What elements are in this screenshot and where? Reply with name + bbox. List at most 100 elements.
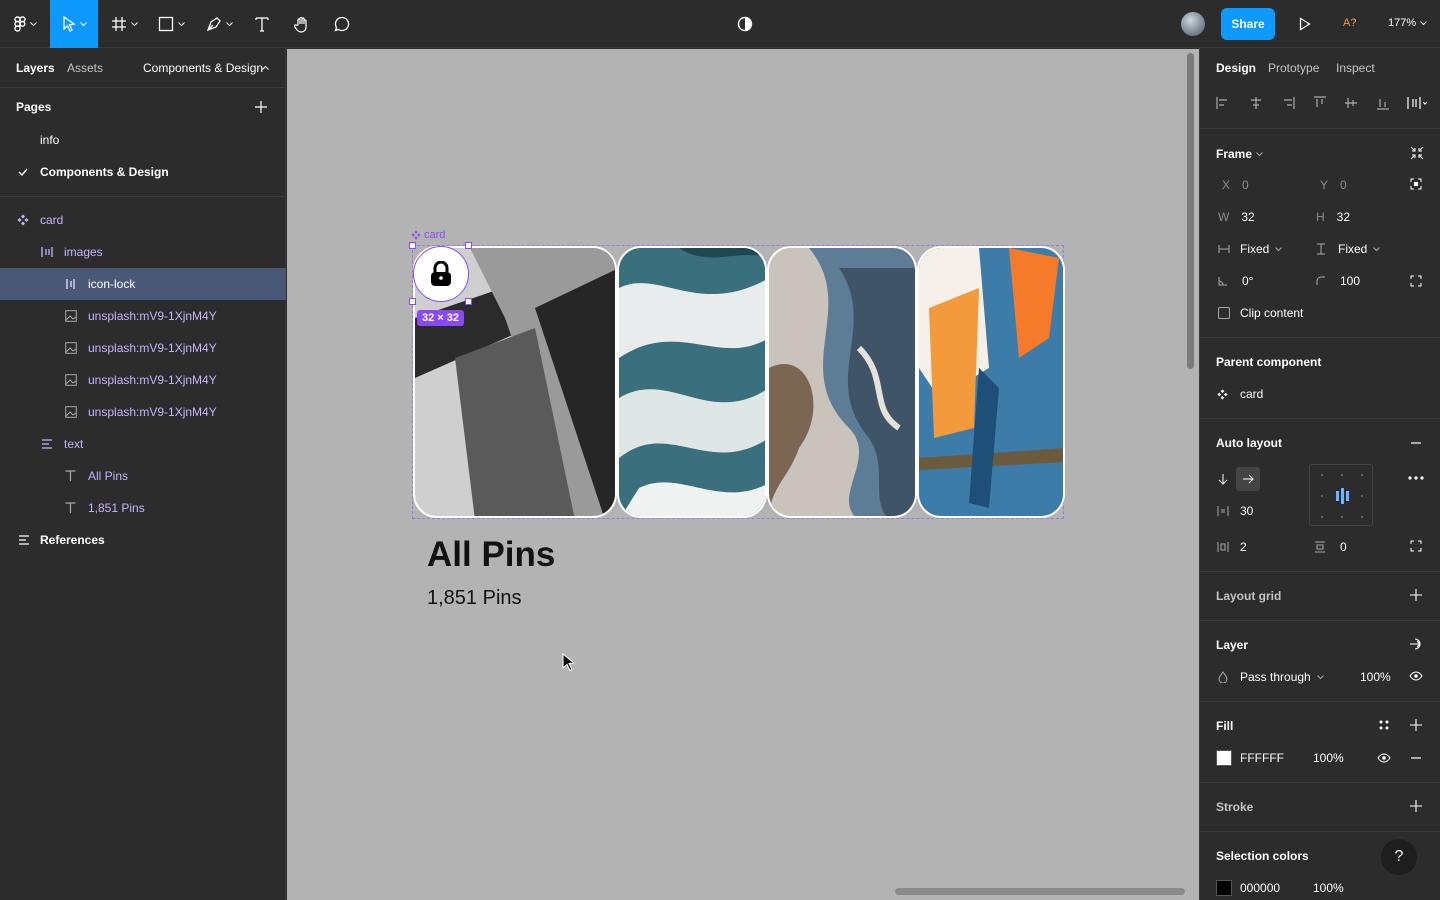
go-to-main-icon[interactable] (1409, 637, 1425, 651)
tab-inspect[interactable]: Inspect (1336, 61, 1375, 75)
main-menu-button[interactable] (0, 0, 50, 48)
frame-section-title[interactable]: Frame (1216, 147, 1263, 161)
vertical-padding-field[interactable]: 0 (1314, 540, 1347, 554)
pen-tool-button[interactable] (198, 0, 240, 48)
remove-icon[interactable] (1410, 752, 1422, 764)
width-field[interactable]: W 32 (1218, 210, 1255, 224)
resize-handle[interactable] (465, 298, 472, 305)
selection-color-swatch[interactable] (1216, 880, 1232, 896)
alignment-grid[interactable] (1309, 464, 1373, 526)
eye-icon[interactable] (1409, 671, 1423, 681)
rotation-field[interactable]: 0° (1218, 274, 1253, 288)
card-frame[interactable] (412, 245, 1065, 519)
fill-hex-field[interactable]: FFFFFF (1240, 751, 1284, 765)
card-title[interactable]: All Pins (427, 535, 555, 575)
y-label: Y (1320, 178, 1329, 192)
x-value: 0 (1242, 178, 1249, 192)
y-field[interactable]: Y 0 (1320, 178, 1347, 192)
page-item-components-design[interactable]: Components & Design (0, 156, 286, 188)
corner-radius-field[interactable]: 100 (1316, 274, 1360, 288)
layer-icon-lock[interactable]: icon-lock (0, 268, 286, 300)
shape-tool-button[interactable] (150, 0, 192, 48)
resize-handle[interactable] (465, 242, 472, 249)
zoom-dropdown[interactable]: 177% (1388, 17, 1427, 29)
clip-content-checkbox[interactable]: Clip content (1218, 306, 1303, 320)
card-image-4[interactable] (917, 246, 1065, 518)
icon-lock-instance[interactable] (413, 246, 469, 302)
image-icon (65, 342, 77, 354)
height-field[interactable]: H 32 (1316, 210, 1350, 224)
align-bottom-icon[interactable] (1376, 96, 1390, 110)
move-tool-button[interactable] (50, 0, 98, 48)
present-button[interactable] (1292, 0, 1318, 48)
add-page-icon[interactable] (255, 101, 267, 113)
height-mode-dropdown[interactable]: Fixed (1316, 242, 1381, 256)
add-icon[interactable] (1410, 719, 1422, 731)
blend-mode-dropdown[interactable]: Pass through (1218, 670, 1324, 684)
align-right-icon[interactable] (1281, 96, 1295, 110)
layer-image-3[interactable]: unsplash:mV9-1XjnM4Y (0, 364, 286, 396)
text-tool-button[interactable] (248, 0, 276, 48)
align-top-icon[interactable] (1313, 96, 1327, 110)
layer-card[interactable]: card (0, 204, 286, 236)
resize-handle[interactable] (409, 242, 416, 249)
style-grid-icon[interactable] (1378, 719, 1390, 731)
tab-layers[interactable]: Layers (16, 61, 55, 75)
resize-handle[interactable] (409, 298, 416, 305)
card-image-2[interactable] (617, 246, 767, 518)
add-icon[interactable] (1410, 800, 1422, 812)
layer-text[interactable]: text (0, 428, 286, 460)
align-center-vertical-icon[interactable] (1344, 96, 1358, 110)
add-icon[interactable] (1410, 589, 1422, 601)
hand-tool-button[interactable] (288, 0, 316, 48)
align-center-horizontal-icon[interactable] (1249, 96, 1263, 110)
x-field[interactable]: X 0 (1222, 178, 1249, 192)
layer-images[interactable]: images (0, 236, 286, 268)
absolute-position-icon[interactable] (1410, 178, 1422, 190)
horizontal-scrollbar[interactable] (895, 888, 1185, 895)
chevron-down-icon (1275, 246, 1283, 251)
card-image-3[interactable] (767, 246, 917, 518)
selection-color-opacity[interactable]: 100% (1313, 881, 1344, 895)
comment-tool-button[interactable] (328, 0, 356, 48)
parent-component-link[interactable]: card (1217, 387, 1263, 401)
accessibility-check[interactable]: A? (1343, 17, 1356, 29)
independent-corners-icon[interactable] (1410, 275, 1422, 287)
layer-image-1[interactable]: unsplash:mV9-1XjnM4Y (0, 300, 286, 332)
tab-prototype[interactable]: Prototype (1268, 61, 1319, 75)
vertical-scrollbar[interactable] (1187, 53, 1194, 369)
page-switcher[interactable]: Components & Design (143, 61, 263, 75)
layer-references[interactable]: References (0, 524, 286, 556)
align-left-icon[interactable] (1216, 96, 1230, 110)
item-spacing-field[interactable]: 30 (1217, 504, 1253, 518)
frame-tool-button[interactable] (104, 0, 144, 48)
canvas[interactable]: card 32 × 32 All Pins 1,851 Pins (287, 49, 1199, 900)
selection-color-hex[interactable]: 000000 (1240, 881, 1280, 895)
independent-padding-icon[interactable] (1410, 540, 1422, 552)
layer-opacity-field[interactable]: 100% (1360, 670, 1391, 684)
layer-all-pins[interactable]: All Pins (0, 460, 286, 492)
card-subtitle[interactable]: 1,851 Pins (427, 587, 522, 610)
layer-pins-count[interactable]: 1,851 Pins (0, 492, 286, 524)
avatar[interactable] (1181, 12, 1205, 36)
horizontal-padding-field[interactable]: 2 (1217, 540, 1247, 554)
layer-image-2[interactable]: unsplash:mV9-1XjnM4Y (0, 332, 286, 364)
help-button[interactable]: ? (1381, 839, 1417, 875)
direction-horizontal-button[interactable] (1236, 467, 1260, 491)
page-item-info[interactable]: info (0, 124, 286, 156)
corner-radius-icon (1316, 276, 1325, 285)
share-button[interactable]: Share (1221, 8, 1275, 40)
distribute-icon[interactable] (1407, 96, 1427, 110)
tab-assets[interactable]: Assets (67, 61, 103, 75)
more-options-icon[interactable] (1408, 476, 1424, 480)
eye-icon[interactable] (1377, 753, 1391, 763)
theme-toggle-button[interactable] (732, 0, 758, 48)
width-mode-dropdown[interactable]: Fixed (1218, 242, 1283, 256)
tab-design[interactable]: Design (1216, 61, 1256, 75)
fill-color-swatch[interactable] (1216, 750, 1232, 766)
arrow-down-icon[interactable] (1218, 473, 1228, 485)
resize-to-fit-icon[interactable] (1410, 146, 1424, 160)
fill-opacity-field[interactable]: 100% (1313, 751, 1344, 765)
remove-icon[interactable] (1410, 437, 1422, 449)
layer-image-4[interactable]: unsplash:mV9-1XjnM4Y (0, 396, 286, 428)
